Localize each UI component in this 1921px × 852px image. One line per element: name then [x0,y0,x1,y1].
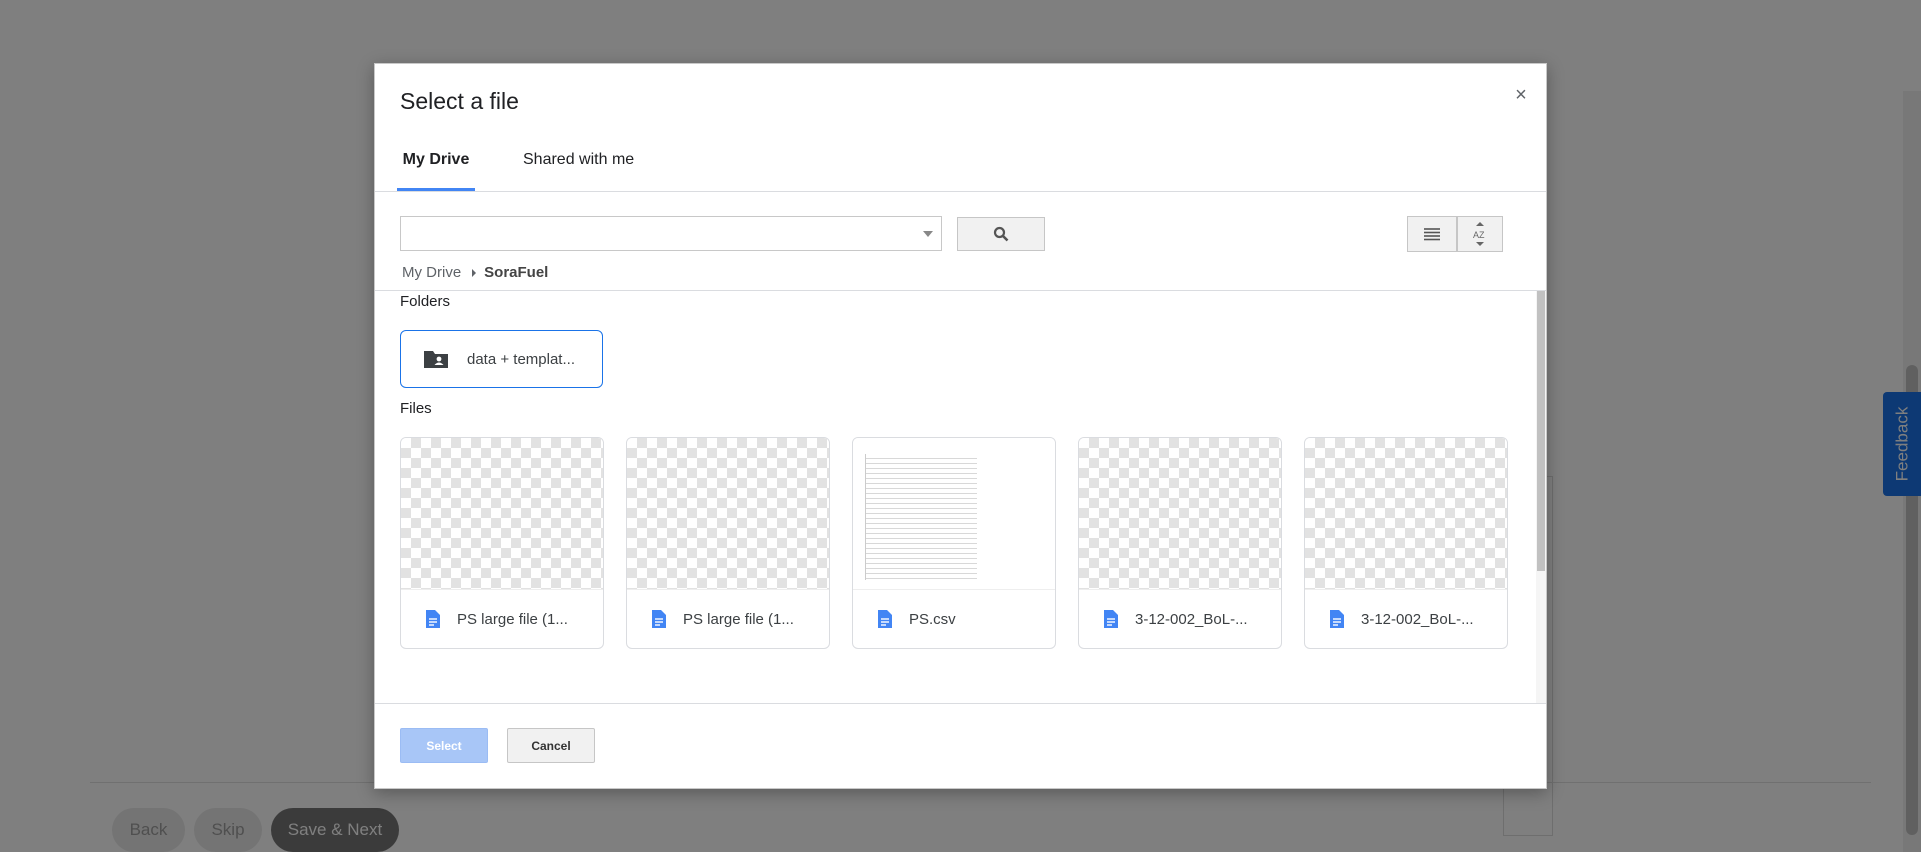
search-icon [993,226,1009,242]
document-preview [865,454,977,580]
file-name: PS large file (1... [683,610,794,628]
select-button[interactable]: Select [400,728,488,763]
dialog-title: Select a file [400,88,519,114]
close-icon[interactable]: × [1510,84,1532,106]
tab-shared-with-me[interactable]: Shared with me [519,150,638,190]
shared-folder-icon [424,351,448,368]
tab-divider [375,191,1546,192]
file-thumbnail [627,438,829,590]
file-name: PS large file (1... [457,610,568,628]
file-thumbnail [1079,438,1281,590]
search-button[interactable] [957,217,1045,251]
file-thumbnail [1305,438,1507,590]
cancel-button[interactable]: Cancel [507,728,595,763]
folder-name: data + templat... [467,350,575,368]
svg-text:AZ: AZ [1473,230,1485,240]
search-input[interactable] [400,216,942,251]
search-dropdown-caret-icon[interactable] [923,231,933,237]
dialog-scrollbar-thumb[interactable] [1537,291,1545,571]
dialog-footer-divider [375,703,1546,704]
document-icon [1330,610,1344,628]
breadcrumb-current: SoraFuel [484,264,549,281]
file-card[interactable]: PS large file (1... [626,437,830,649]
file-name: PS.csv [909,610,956,628]
file-picker-dialog: Select a file × My Drive Shared with me … [374,63,1547,789]
breadcrumb-root[interactable]: My Drive [402,264,461,281]
folder-card[interactable]: data + templat... [400,330,603,388]
document-icon [652,610,666,628]
sort-button[interactable]: AZ [1457,216,1503,252]
document-icon [1104,610,1118,628]
file-thumbnail [853,438,1055,590]
breadcrumb: My Drive SoraFuel [402,264,548,281]
list-view-button[interactable] [1407,216,1457,252]
file-name: 3-12-002_BoL-... [1135,610,1248,628]
chevron-right-icon [472,268,477,277]
files-heading: Files [400,400,432,417]
folders-heading: Folders [400,293,451,310]
document-icon [878,610,892,628]
file-browser-content: Folders data + templat... Files PS large… [375,291,1546,703]
document-icon [426,610,440,628]
file-card[interactable]: 3-12-002_BoL-... [1078,437,1282,649]
file-card[interactable]: PS.csv [852,437,1056,649]
tab-my-drive[interactable]: My Drive [397,150,475,191]
file-name: 3-12-002_BoL-... [1361,610,1474,628]
file-card[interactable]: 3-12-002_BoL-... [1304,437,1508,649]
list-view-icon [1424,228,1440,241]
file-card[interactable]: PS large file (1... [400,437,604,649]
sort-az-icon: AZ [1473,222,1485,246]
file-thumbnail [401,438,603,590]
